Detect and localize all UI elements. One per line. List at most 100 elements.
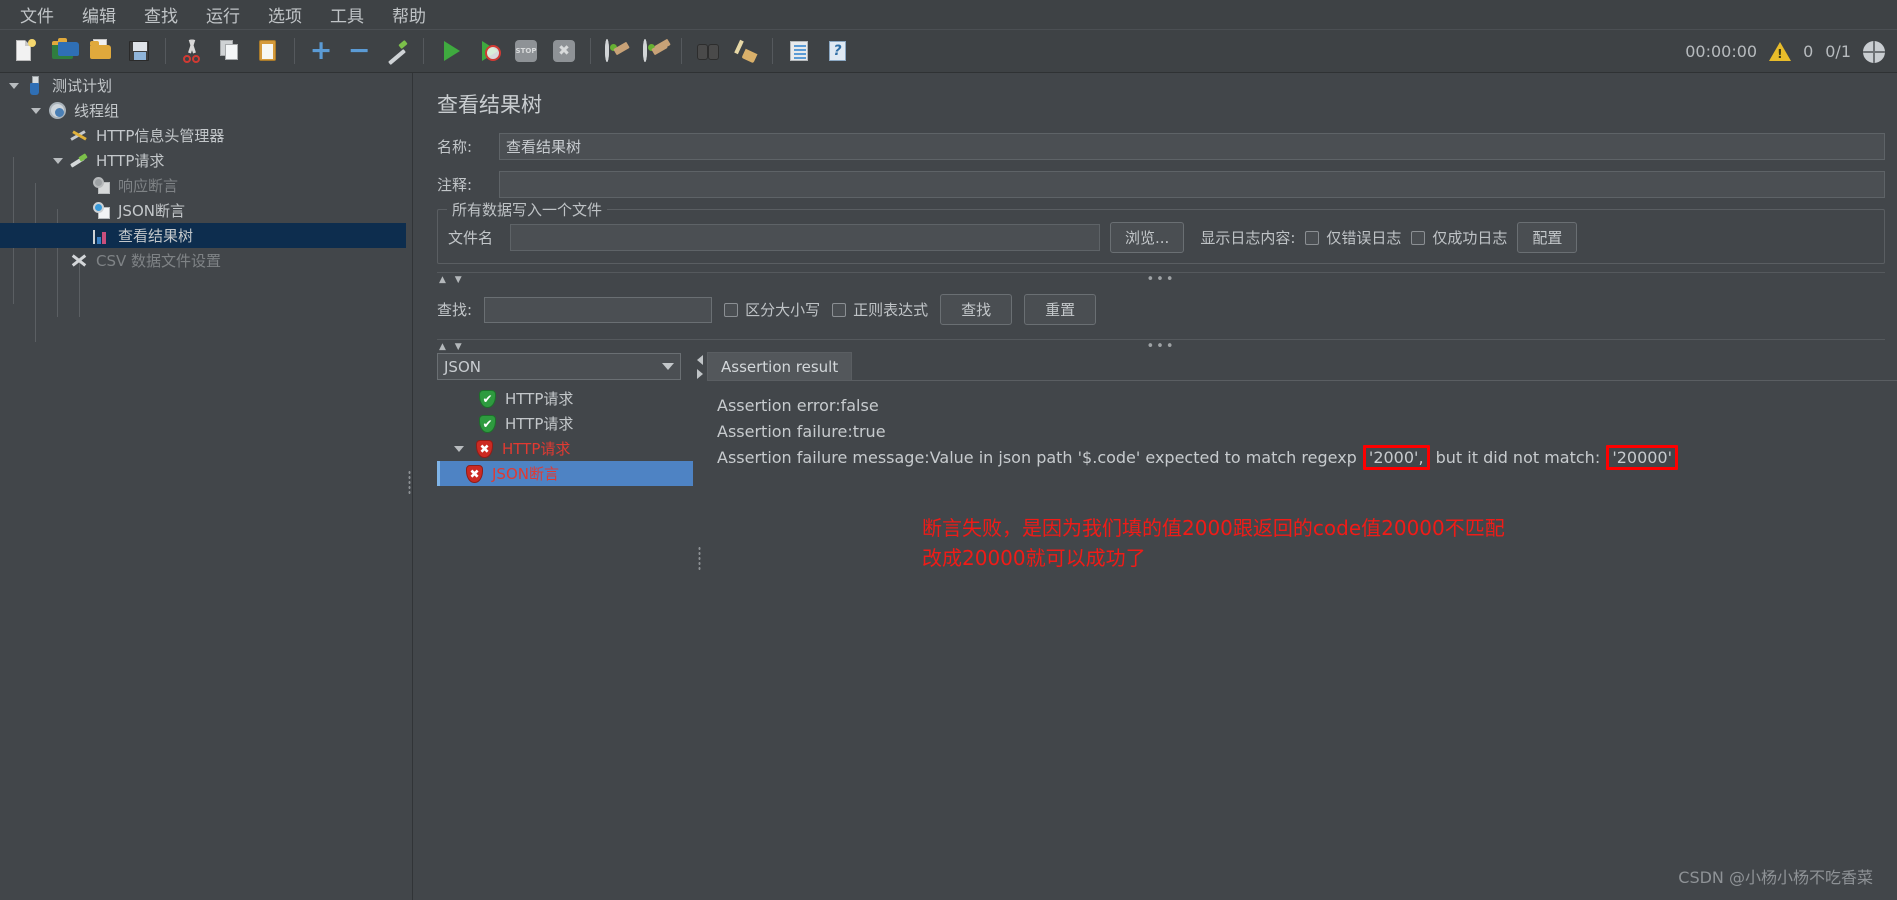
tree-item-label: JSON断言 — [118, 202, 185, 220]
assertion-message-prefix: Assertion failure message:Value in json … — [717, 448, 1357, 467]
menu-run[interactable]: 运行 — [192, 0, 254, 29]
thread-count: 0/1 — [1825, 42, 1851, 61]
copy-icon[interactable] — [213, 34, 247, 68]
name-input[interactable] — [499, 133, 1885, 160]
tree-splitter[interactable] — [406, 73, 412, 900]
splitter-grip-icon[interactable] — [408, 469, 411, 496]
errors-only-checkbox[interactable]: 仅错误日志 — [1305, 227, 1401, 248]
main-split: 测试计划 线程组 HTTP信息头管理器 HTTP请求 响应断言 JSON断言 查… — [0, 73, 1897, 900]
checkbox-box[interactable] — [832, 302, 847, 317]
cut-icon[interactable] — [175, 34, 209, 68]
tree-item-test-plan[interactable]: 测试计划 — [0, 73, 412, 98]
search-input[interactable] — [484, 296, 713, 323]
shutdown-icon[interactable]: ✖ — [547, 34, 581, 68]
menu-options[interactable]: 选项 — [254, 0, 316, 29]
open-template-icon[interactable] — [46, 34, 80, 68]
result-row-json-assertion[interactable]: ✖ JSON断言 — [437, 461, 693, 486]
stop-icon[interactable]: STOP — [509, 34, 543, 68]
help-icon[interactable]: ? — [820, 34, 854, 68]
result-row-http-request-2[interactable]: ✔ HTTP请求 — [437, 411, 693, 436]
collapse-all-icon[interactable]: − — [342, 34, 376, 68]
configure-button[interactable]: 配置 — [1517, 222, 1578, 253]
find-button[interactable]: 查找 — [940, 294, 1013, 325]
expand-all-icon[interactable]: + — [304, 34, 338, 68]
renderer-select[interactable]: JSON — [437, 353, 681, 380]
checkbox-box[interactable] — [1411, 230, 1426, 245]
new-file-icon[interactable] — [8, 34, 42, 68]
chevron-down-icon[interactable] — [4, 82, 24, 89]
magnifier-icon — [90, 201, 112, 221]
function-helper-icon[interactable] — [782, 34, 816, 68]
tab-assertion-result[interactable]: Assertion result — [707, 352, 853, 380]
name-label: 名称: — [437, 138, 473, 156]
splitter-dots[interactable]: ••• — [1146, 339, 1175, 354]
result-row-http-request-1[interactable]: ✔ HTTP请求 — [437, 386, 693, 411]
chevron-down-icon[interactable] — [48, 157, 68, 164]
splitter-grip-icon[interactable] — [698, 546, 701, 573]
filename-input[interactable] — [510, 224, 1100, 251]
csv-icon — [68, 251, 90, 271]
globe-icon[interactable] — [1863, 40, 1885, 63]
selection-indicator — [437, 461, 440, 486]
start-icon[interactable] — [433, 34, 467, 68]
assertion-message-middle: but it did not match: — [1435, 448, 1601, 467]
splitter-arrows[interactable]: ▲ ▼ — [439, 275, 465, 285]
tree-item-label: 测试计划 — [52, 77, 113, 95]
toolbar-divider — [423, 38, 424, 64]
tree-item-view-results-tree[interactable]: 查看结果树 — [0, 223, 412, 248]
shield-pass-icon: ✔ — [479, 414, 496, 433]
menu-bar: 文件 编辑 查找 运行 选项 工具 帮助 — [0, 0, 1897, 30]
checkbox-box[interactable] — [1305, 230, 1320, 245]
chevron-left-icon[interactable] — [697, 355, 703, 365]
result-row-label: HTTP请求 — [505, 415, 574, 433]
browse-button[interactable]: 浏览... — [1110, 222, 1185, 253]
tree-item-label: 查看结果树 — [118, 227, 194, 245]
results-area: JSON ✔ HTTP请求 ✔ HTTP请求 ✖ HTTP请求 ✖ JSON断言… — [437, 352, 1897, 773]
filename-label: 文件名 — [448, 229, 494, 247]
open-folder-icon[interactable] — [84, 34, 118, 68]
search-reset-icon[interactable] — [729, 34, 763, 68]
clear-all-icon[interactable] — [638, 34, 672, 68]
clear-icon[interactable] — [600, 34, 634, 68]
tab-scroll-controls[interactable] — [697, 355, 703, 379]
toolbar-divider — [681, 38, 682, 64]
tree-item-json-assertion[interactable]: JSON断言 — [0, 198, 412, 223]
chevron-down-icon[interactable] — [449, 445, 469, 452]
tree-item-http-header-manager[interactable]: HTTP信息头管理器 — [0, 123, 412, 148]
tree-item-label: CSV 数据文件设置 — [96, 252, 222, 270]
tree-item-label: HTTP请求 — [96, 152, 165, 170]
search-icon[interactable] — [691, 34, 725, 68]
checkbox-box[interactable] — [724, 302, 739, 317]
success-only-checkbox[interactable]: 仅成功日志 — [1411, 227, 1507, 248]
splitter-dots[interactable]: ••• — [1146, 272, 1175, 287]
result-row-http-request-3[interactable]: ✖ HTTP请求 — [437, 436, 693, 461]
menu-help[interactable]: 帮助 — [378, 0, 440, 29]
results-splitter[interactable] — [693, 353, 707, 773]
case-sensitive-checkbox[interactable]: 区分大小写 — [724, 299, 820, 320]
menu-tools[interactable]: 工具 — [316, 0, 378, 29]
shield-fail-icon: ✖ — [466, 464, 483, 483]
menu-edit[interactable]: 编辑 — [68, 0, 130, 29]
reset-button[interactable]: 重置 — [1024, 294, 1097, 325]
menu-file[interactable]: 文件 — [6, 0, 68, 29]
chevron-down-icon[interactable] — [26, 107, 46, 114]
menu-search[interactable]: 查找 — [130, 0, 192, 29]
detail-tabstrip: Assertion result — [697, 352, 1897, 381]
paste-icon[interactable] — [251, 34, 285, 68]
regex-checkbox[interactable]: 正则表达式 — [832, 299, 928, 320]
toggle-icon[interactable] — [380, 34, 414, 68]
save-icon[interactable] — [122, 34, 156, 68]
splitter-bar-upper[interactable]: ▲ ▼ ••• — [437, 272, 1885, 287]
splitter-bar-lower[interactable]: ▲ ▼ ••• — [437, 339, 1885, 354]
search-row: 查找: 区分大小写 正则表达式 查找 重置 — [423, 286, 1897, 331]
comment-input[interactable] — [499, 171, 1885, 198]
chevron-down-icon[interactable] — [662, 363, 674, 370]
chevron-right-icon[interactable] — [697, 369, 703, 379]
tree-item-http-request[interactable]: HTTP请求 — [0, 148, 412, 173]
start-no-pauses-icon[interactable] — [471, 34, 505, 68]
splitter-arrows[interactable]: ▲ ▼ — [439, 342, 465, 352]
toolbar-divider — [772, 38, 773, 64]
tree-item-thread-group[interactable]: 线程组 — [0, 98, 412, 123]
tree-item-csv-data-set[interactable]: CSV 数据文件设置 — [0, 248, 412, 273]
tree-item-response-assertion[interactable]: 响应断言 — [0, 173, 412, 198]
